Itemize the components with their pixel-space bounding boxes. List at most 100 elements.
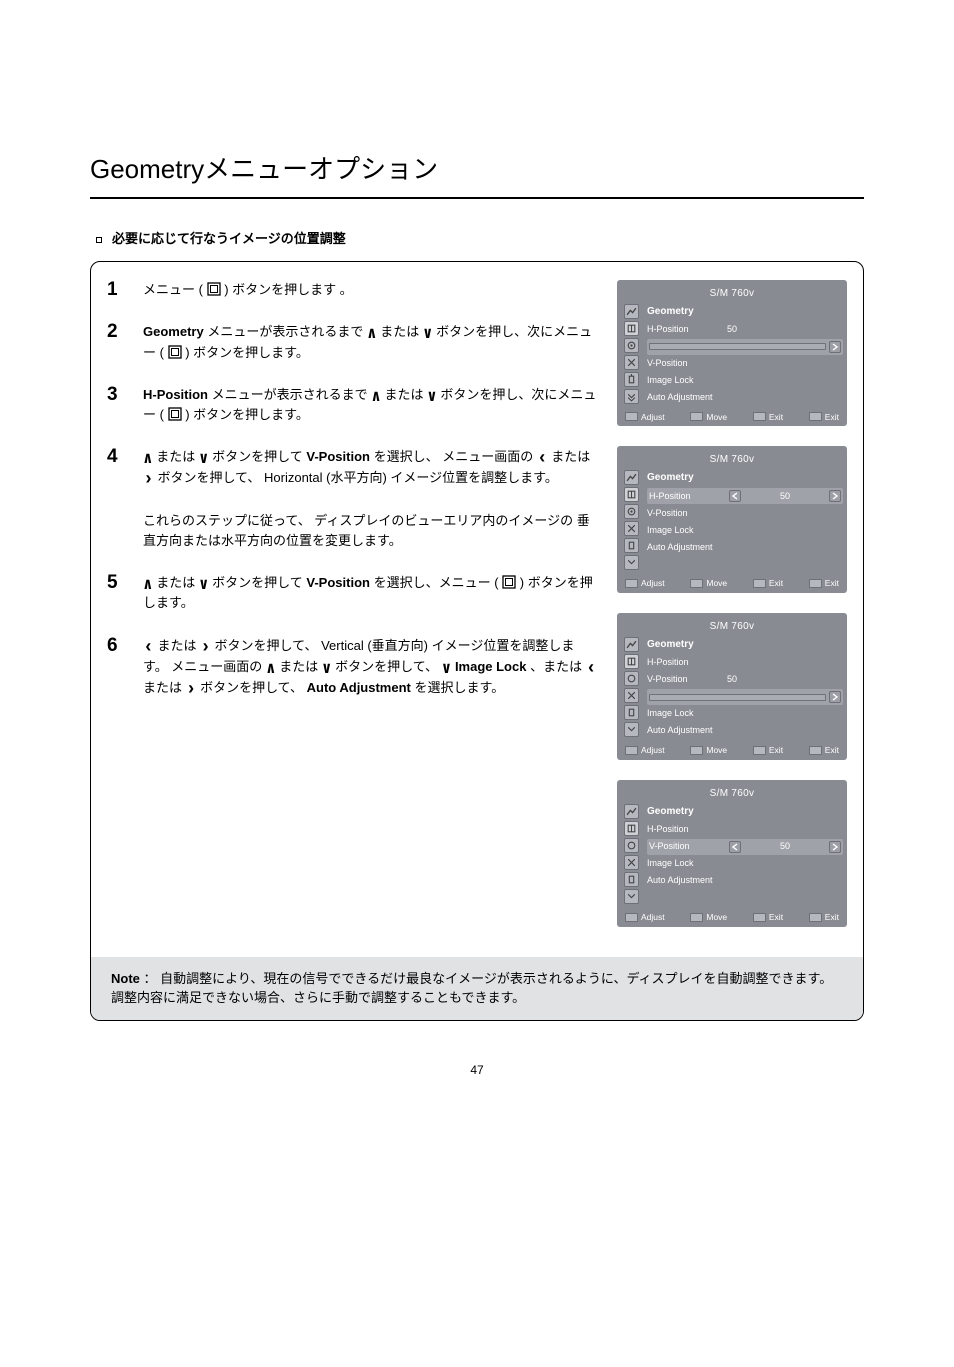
osd-title: S/M 760v [621,284,843,304]
step-text: これらのステップに従って、 ディスプレイのビューエリア内のイメージの 垂直方向ま… [143,513,590,548]
osd-icon-column [621,637,641,741]
chevron-up-icon [266,661,276,677]
step-text: または [551,449,590,464]
osd-item-label: Auto Adjustment [647,724,713,738]
menu-square-icon [502,575,516,589]
footer-key-icon [809,412,822,421]
footer-key-icon [690,579,703,588]
osd-value: 50 [727,673,737,687]
content-box: 1 メニュー ( ) ボタンを押します ｡ 2 Geometry メニューが表示… [90,261,864,1021]
chevron-down-icon [423,326,433,342]
step-text: または [157,638,200,653]
step-number: 5 [107,573,143,613]
step: 4 または ボタンを押して V-Position を選択し、 メニュー画面の ま… [107,447,599,489]
chevron-right-icon [186,681,197,699]
step-text: H-Position [143,387,208,402]
osd-item: V-Position 50 [647,672,843,688]
osd-tab-icon [624,372,639,387]
step-number: 1 [107,280,143,301]
note-box: Note ： 自動調整により、現在の信号でできるだけ最良なイメージが表示されるよ… [91,957,863,1020]
osd-tab-icon [624,487,639,502]
osd-item: H-Position 50 [647,322,843,338]
arrow-left-icon [729,841,741,853]
osd-item: V-Position [647,356,843,372]
footer-key-icon [690,746,703,755]
osd-item-label: Image Lock [647,857,727,871]
osd-footer-label: Move [706,411,727,424]
osd-item: H-Position [647,655,843,671]
osd-footer: Adjust Move Exit Exit [621,741,843,758]
osd-tab-icon [624,504,639,519]
footer-key-icon [690,412,703,421]
osd-footer-label: Move [706,577,727,590]
step-text: ) ボタンを押します。 [185,407,309,422]
subtitle-row: 必要に応じて行なうイメージの位置調整 [90,229,864,249]
osd-tab-icon [624,688,639,703]
osd-tab-icon [624,889,639,904]
step-text: を選択し、メニュー ( [374,575,499,590]
step-text: または [156,575,199,590]
osd-item-label: H-Position [647,656,727,670]
chevron-right-icon [143,471,154,489]
osd-preview: S/M 760v Geometry H-Position [617,780,847,927]
osd-footer: Adjust Move Exit Exit [621,408,843,425]
footer-key-icon [690,913,703,922]
osd-tab-icon [624,838,639,853]
osd-menu-label: Geometry [647,470,843,485]
osd-title: S/M 760v [621,784,843,804]
subtitle: 必要に応じて行なうイメージの位置調整 [112,229,346,249]
osd-tab-icon [624,389,639,404]
step-text: または [156,449,199,464]
osd-item-label: H-Position [649,490,729,504]
chevron-down-icon [427,389,437,405]
divider [90,197,864,199]
note-colon: ： [144,971,157,986]
osd-tab-icon [624,321,639,336]
osd-tab-icon [624,355,639,370]
step-text: Auto Adjustment [307,680,411,695]
osd-item: H-Position [647,822,843,838]
osd-tab-icon [624,821,639,836]
note-label: Note [111,971,140,986]
arrow-right-icon [829,841,841,853]
osd-item: Auto Adjustment [647,723,843,739]
step-text: ) ボタンを押します ｡ [224,282,346,297]
chevron-left-icon [143,639,154,657]
step-text: または [380,324,423,339]
chevron-up-icon [367,326,377,342]
step-text: V-Position [306,575,370,590]
osd-tab-icon [624,654,639,669]
arrow-left-icon [729,490,741,502]
osd-item-label: Auto Adjustment [647,541,713,555]
osd-tab-icon [624,521,639,536]
footer-key-icon [625,913,638,922]
osd-item-label: Auto Adjustment [647,874,713,888]
osd-menu-label: Geometry [647,304,843,319]
osd-footer-label: Move [706,911,727,924]
osd-tab-icon [624,304,639,319]
osd-tab-icon [624,804,639,819]
osd-item-label: V-Position [647,357,727,371]
osd-footer-label: Adjust [641,744,665,757]
step-text: Image Lock [455,659,527,674]
osd-item [647,689,843,705]
osd-footer-label: Exit [825,577,839,590]
osd-item: Image Lock [647,522,843,538]
osd-tab-icon [624,705,639,720]
footer-key-icon [809,746,822,755]
osd-footer-label: Exit [769,744,783,757]
osd-slider [649,694,826,701]
footer-key-icon [809,913,822,922]
step: 5 または ボタンを押して V-Position を選択し、メニュー ( ) ボ… [107,573,599,613]
arrow-right-icon [829,341,841,353]
footer-key-icon [625,412,638,421]
osd-menu-label: Geometry [647,804,843,819]
step-number: 6 [107,636,143,699]
step: 2 Geometry メニューが表示されるまで または ボタンを押し、次にメニュ… [107,322,599,362]
osd-tab-icon [624,538,639,553]
chevron-left-icon [537,450,548,468]
osd-footer-label: Exit [825,911,839,924]
osd-footer-label: Exit [769,411,783,424]
menu-square-icon [207,282,221,296]
osd-value: 50 [727,323,737,337]
